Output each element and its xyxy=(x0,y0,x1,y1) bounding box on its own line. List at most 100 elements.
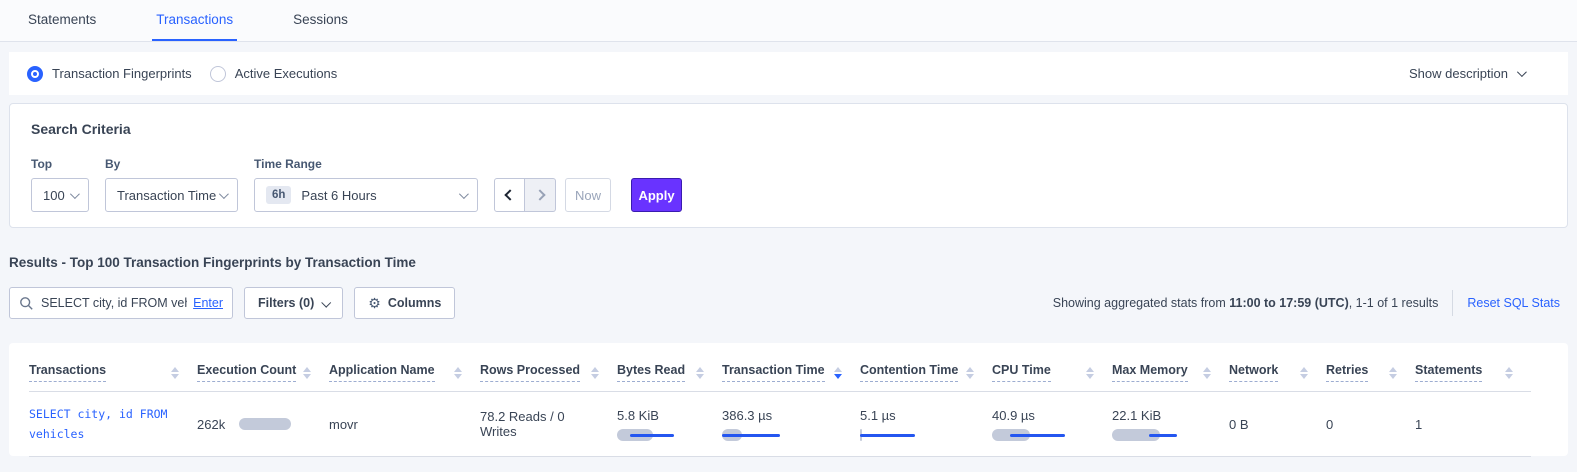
columns-label: Columns xyxy=(388,296,441,310)
sort-icon-active-desc[interactable] xyxy=(834,367,842,379)
column-header-bytes-read[interactable]: Bytes Read xyxy=(617,353,722,392)
show-description-label: Show description xyxy=(1409,66,1508,81)
next-time-range-button[interactable] xyxy=(525,178,556,212)
results-table-panel: Transactions Execution Count Application… xyxy=(9,343,1568,456)
mean-bar xyxy=(722,434,780,437)
column-header-contention-time[interactable]: Contention Time xyxy=(860,353,992,392)
contention-time-cell: 5.1 µs xyxy=(860,392,992,457)
column-header-statements[interactable]: Statements xyxy=(1415,353,1531,392)
search-input[interactable] xyxy=(41,296,187,310)
tab-statements[interactable]: Statements xyxy=(24,0,100,41)
filters-button[interactable]: Filters (0) xyxy=(244,287,343,319)
chevron-down-icon xyxy=(322,297,332,307)
column-header-execution-count[interactable]: Execution Count xyxy=(197,353,329,392)
chevron-right-icon xyxy=(534,189,545,200)
aggregated-stats-text: Showing aggregated stats from 11:00 to 1… xyxy=(1053,296,1439,310)
table-row: SELECT city, id FROM vehicles 262k movr … xyxy=(29,392,1531,457)
chevron-down-icon xyxy=(1517,67,1527,77)
mean-bar xyxy=(630,434,674,437)
sort-icon[interactable] xyxy=(303,367,311,379)
sort-icon[interactable] xyxy=(1203,367,1211,379)
sort-icon[interactable] xyxy=(1389,367,1397,379)
transactions-table: Transactions Execution Count Application… xyxy=(29,353,1531,457)
column-header-retries[interactable]: Retries xyxy=(1326,353,1415,392)
radio-unselected-icon[interactable] xyxy=(210,66,226,82)
chevron-left-icon xyxy=(504,189,515,200)
column-header-cpu-time[interactable]: CPU Time xyxy=(992,353,1112,392)
rows-processed-value: 78.2 Reads / 0 Writes xyxy=(480,409,565,439)
bytes-read-cell: 5.8 KiB xyxy=(617,392,722,457)
radio-transaction-fingerprints[interactable]: Transaction Fingerprints xyxy=(27,66,192,82)
view-toggle-strip: Transaction Fingerprints Active Executio… xyxy=(9,52,1568,95)
results-heading: Results - Top 100 Transaction Fingerprin… xyxy=(9,255,1568,270)
sort-icon[interactable] xyxy=(1086,367,1094,379)
transaction-fingerprint-link[interactable]: SELECT city, id FROM vehicles xyxy=(29,407,167,441)
retries-value: 0 xyxy=(1326,417,1333,432)
show-description-toggle[interactable]: Show description xyxy=(1409,66,1550,81)
top-field: Top 100 xyxy=(31,157,89,212)
columns-button[interactable]: ⚙ Columns xyxy=(354,287,455,319)
time-range-value: Past 6 Hours xyxy=(301,188,376,203)
now-button[interactable]: Now xyxy=(565,178,611,212)
radio-selected-icon[interactable] xyxy=(27,66,43,82)
time-range-label: Time Range xyxy=(254,157,478,171)
sort-icon[interactable] xyxy=(454,367,462,379)
sort-icon[interactable] xyxy=(171,367,179,379)
column-header-application-name[interactable]: Application Name xyxy=(329,353,480,392)
previous-time-range-button[interactable] xyxy=(494,178,525,212)
tab-transactions[interactable]: Transactions xyxy=(152,0,237,41)
sort-icon[interactable] xyxy=(1505,367,1513,379)
statements-value: 1 xyxy=(1415,417,1422,432)
by-select[interactable]: Transaction Time xyxy=(105,178,238,212)
top-label: Top xyxy=(31,157,89,171)
radio-active-executions[interactable]: Active Executions xyxy=(210,66,338,82)
time-range-field: Time Range 6h Past 6 Hours xyxy=(254,157,478,212)
chevron-down-icon xyxy=(459,189,469,199)
sort-icon[interactable] xyxy=(591,367,599,379)
cpu-time-cell: 40.9 µs xyxy=(992,392,1112,457)
sort-icon[interactable] xyxy=(696,367,704,379)
stats-time-range: 11:00 to 17:59 (UTC) xyxy=(1229,296,1348,310)
max-memory-cell: 22.1 KiB xyxy=(1112,392,1229,457)
execution-count-bar xyxy=(239,418,291,430)
radio-label: Transaction Fingerprints xyxy=(52,66,192,81)
search-icon xyxy=(19,296,34,311)
search-criteria-panel: Search Criteria Top 100 By Transaction T… xyxy=(9,103,1568,228)
chevron-down-icon xyxy=(70,189,80,199)
page-tabs: Statements Transactions Sessions xyxy=(0,0,1577,42)
by-select-value: Transaction Time xyxy=(117,188,216,203)
column-header-transactions[interactable]: Transactions xyxy=(29,353,197,392)
tab-sessions[interactable]: Sessions xyxy=(289,0,352,41)
sort-icon[interactable] xyxy=(966,367,974,379)
execution-count-cell: 262k xyxy=(197,417,311,432)
radio-label: Active Executions xyxy=(235,66,338,81)
column-header-network[interactable]: Network xyxy=(1229,353,1326,392)
application-name-value: movr xyxy=(329,417,358,432)
results-toolbar: Enter Filters (0) ⚙ Columns Showing aggr… xyxy=(9,287,1568,319)
mean-bar xyxy=(1010,434,1065,437)
column-header-max-memory[interactable]: Max Memory xyxy=(1112,353,1229,392)
mean-bar xyxy=(860,434,915,437)
search-box[interactable]: Enter xyxy=(9,287,233,319)
time-range-arrows xyxy=(494,178,556,212)
search-criteria-title: Search Criteria xyxy=(31,121,1546,137)
transaction-time-cell: 386.3 µs xyxy=(722,392,860,457)
column-header-rows-processed[interactable]: Rows Processed xyxy=(480,353,617,392)
divider xyxy=(1452,290,1453,316)
by-field: By Transaction Time xyxy=(105,157,238,212)
filters-label: Filters (0) xyxy=(258,296,314,310)
column-header-transaction-time[interactable]: Transaction Time xyxy=(722,353,860,392)
by-label: By xyxy=(105,157,238,171)
gear-icon: ⚙ xyxy=(368,295,381,312)
top-select-value: 100 xyxy=(43,188,65,203)
mean-bar xyxy=(1149,434,1177,437)
time-range-select[interactable]: 6h Past 6 Hours xyxy=(254,178,478,212)
enter-link[interactable]: Enter xyxy=(193,296,223,310)
time-range-badge: 6h xyxy=(266,186,291,204)
apply-button[interactable]: Apply xyxy=(631,178,682,212)
chevron-down-icon xyxy=(219,189,229,199)
reset-sql-stats-link[interactable]: Reset SQL Stats xyxy=(1467,296,1568,310)
top-select[interactable]: 100 xyxy=(31,178,89,212)
network-value: 0 B xyxy=(1229,417,1249,432)
sort-icon[interactable] xyxy=(1300,367,1308,379)
